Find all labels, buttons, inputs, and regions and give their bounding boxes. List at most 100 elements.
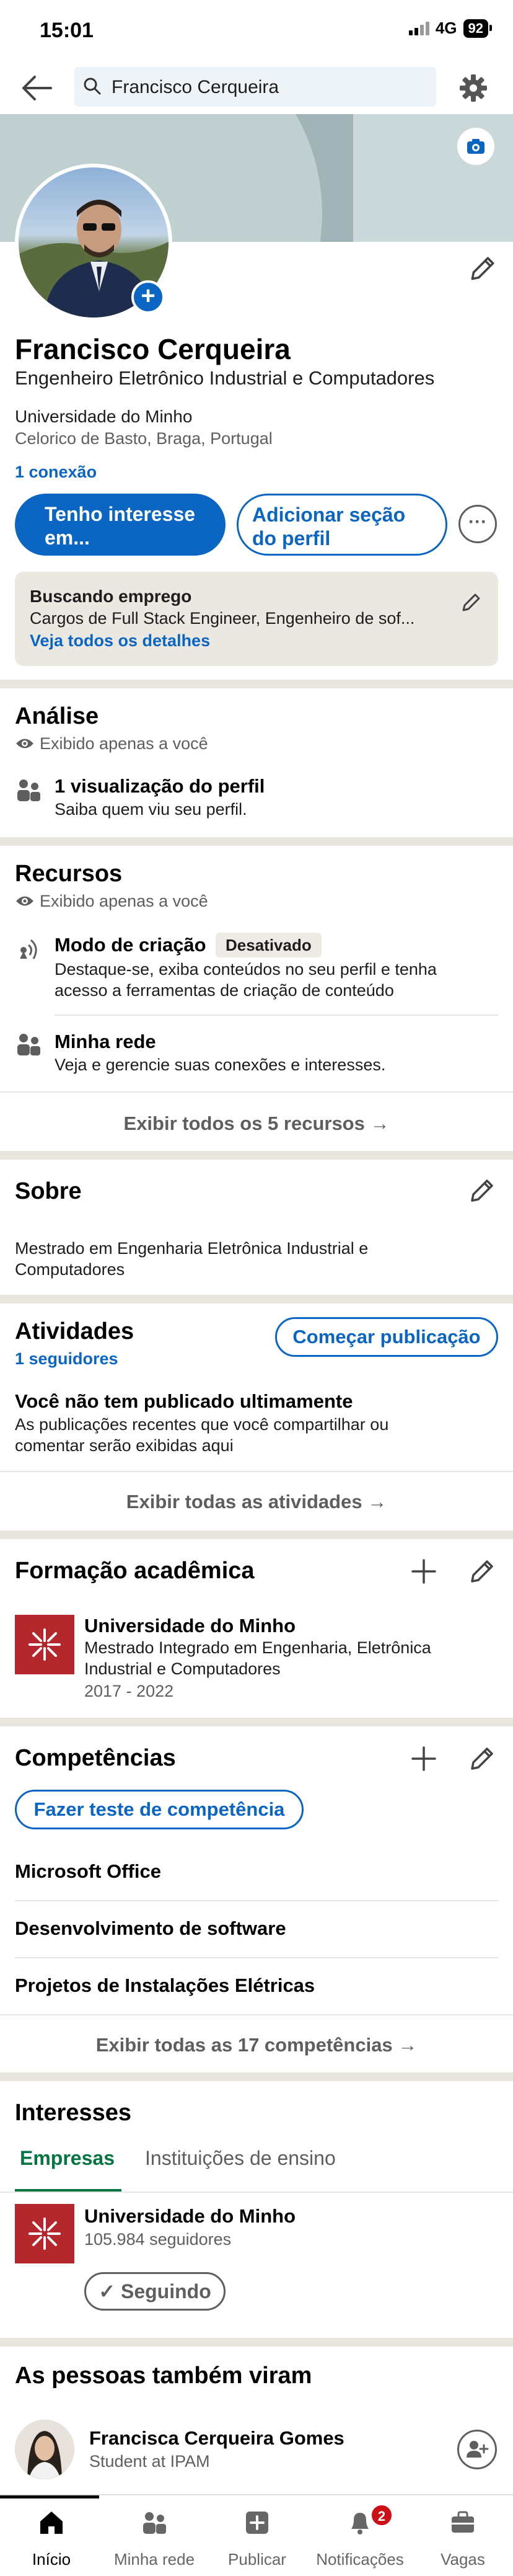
divider bbox=[55, 1015, 498, 1016]
tab-schools[interactable]: Instituições de ensino bbox=[145, 2147, 336, 2170]
private-to-you-label: Exibido apenas a você bbox=[40, 734, 208, 753]
add-profile-section-button[interactable]: Adicionar seção do perfil bbox=[237, 494, 447, 556]
section-separator bbox=[0, 680, 513, 688]
add-photo-button[interactable]: + bbox=[131, 280, 165, 314]
avatar[interactable] bbox=[15, 2420, 74, 2479]
network-type: 4G bbox=[435, 19, 457, 37]
university-logo[interactable] bbox=[15, 2204, 74, 2263]
section-separator bbox=[0, 2072, 513, 2081]
person-headline: Student at IPAM bbox=[89, 2452, 210, 2471]
university-logo[interactable] bbox=[15, 1615, 74, 1674]
add-plus-icon[interactable] bbox=[408, 1743, 440, 1775]
divider bbox=[0, 2014, 513, 2015]
skills-title: Competências bbox=[15, 1745, 176, 1771]
more-options-button[interactable]: ··· bbox=[458, 505, 497, 543]
connect-button[interactable] bbox=[457, 2430, 497, 2469]
skill-item[interactable]: Desenvolvimento de software bbox=[15, 1917, 286, 1940]
divider bbox=[0, 1471, 513, 1472]
skill-item[interactable]: Microsoft Office bbox=[15, 1860, 161, 1883]
clock: 15:01 bbox=[40, 19, 94, 42]
section-separator bbox=[0, 1530, 513, 1539]
see-all-details-link[interactable]: Veja todos os detalhes bbox=[30, 631, 210, 651]
people-icon bbox=[17, 779, 40, 801]
bell-icon bbox=[351, 2513, 369, 2534]
skill-item[interactable]: Projetos de Instalações Elétricas bbox=[15, 1974, 315, 1997]
show-all-resources-link[interactable]: Exibir todos os 5 recursos → bbox=[0, 1113, 513, 1135]
connections-link[interactable]: 1 conexão bbox=[15, 463, 97, 482]
eye-icon bbox=[16, 739, 33, 748]
about-text-line1: Mestrado em Engenharia Eletrônica Indust… bbox=[15, 1239, 369, 1258]
education-school-name[interactable]: Universidade do Minho bbox=[84, 1615, 296, 1637]
people-icon bbox=[143, 2512, 166, 2534]
nav-post[interactable]: Publicar bbox=[206, 2495, 309, 2576]
edit-intro-pencil-icon[interactable] bbox=[466, 253, 498, 285]
edit-skills-pencil-icon[interactable] bbox=[466, 1744, 497, 1775]
take-skill-assessment-button[interactable]: Fazer teste de competência bbox=[15, 1790, 304, 1829]
divider bbox=[0, 2192, 513, 2193]
edit-pencil-icon[interactable] bbox=[458, 590, 483, 615]
edit-about-pencil-icon[interactable] bbox=[466, 1176, 497, 1207]
search-input[interactable]: Francisco Cerqueira bbox=[74, 67, 436, 107]
open-to-button[interactable]: Tenho interesse em... bbox=[15, 494, 226, 556]
profile-name: Francisco Cerqueira bbox=[15, 333, 291, 365]
divider bbox=[15, 1900, 498, 1901]
open-to-work-card[interactable]: Buscando emprego Cargos de Full Stack En… bbox=[15, 572, 498, 666]
my-network-title[interactable]: Minha rede bbox=[55, 1031, 156, 1053]
status-bar: 15:01 4G 92 bbox=[0, 0, 513, 62]
open-to-work-title: Buscando emprego bbox=[30, 587, 192, 606]
search-icon bbox=[84, 78, 101, 95]
analytics-title: Análise bbox=[15, 703, 99, 729]
creator-mode-status-badge: Desativado bbox=[216, 933, 322, 957]
no-posts-desc-line2: comentar serão exibidas aqui bbox=[15, 1436, 234, 1455]
nav-home[interactable]: Início bbox=[0, 2495, 103, 2576]
creator-mode-desc-line1: Destaque-se, exiba conteúdos no seu perf… bbox=[55, 960, 437, 979]
gear-icon[interactable] bbox=[456, 71, 491, 105]
followers-link[interactable]: 1 seguidores bbox=[15, 1349, 118, 1369]
education-title: Formação acadêmica bbox=[15, 1558, 255, 1584]
university-emblem-icon bbox=[28, 2218, 61, 2250]
profile-location: Celorico de Basto, Braga, Portugal bbox=[15, 429, 273, 448]
signal-icon bbox=[408, 21, 429, 35]
section-separator bbox=[0, 837, 513, 846]
creator-mode-title[interactable]: Modo de criação bbox=[55, 934, 206, 956]
camera-icon bbox=[467, 139, 484, 154]
section-separator bbox=[0, 1718, 513, 1726]
my-network-desc: Veja e gerencie suas conexões e interess… bbox=[55, 1055, 386, 1074]
university-emblem-icon bbox=[28, 1628, 61, 1661]
briefcase-icon bbox=[452, 2511, 474, 2533]
tab-companies[interactable]: Empresas bbox=[20, 2147, 115, 2170]
divider bbox=[0, 1091, 513, 1093]
person-name[interactable]: Francisca Cerqueira Gomes bbox=[89, 2427, 344, 2449]
add-person-icon bbox=[467, 2441, 489, 2458]
nav-my-network[interactable]: Minha rede bbox=[103, 2495, 206, 2576]
add-plus-icon[interactable] bbox=[408, 1555, 440, 1588]
no-posts-desc-line1: As publicações recentes que você compart… bbox=[15, 1415, 389, 1434]
back-arrow-icon[interactable] bbox=[19, 73, 53, 103]
show-all-activity-link[interactable]: Exibir todas as atividades → bbox=[0, 1491, 513, 1513]
interests-title: Interesses bbox=[15, 2100, 132, 2126]
no-posts-title: Você não tem publicado ultimamente bbox=[15, 1390, 353, 1412]
open-to-work-roles: Cargos de Full Stack Engineer, Engenheir… bbox=[30, 609, 415, 628]
profile-page: { "status_bar": {"time": "15:01", "netwo… bbox=[0, 0, 513, 2576]
status-icons: 4G 92 bbox=[408, 19, 493, 38]
following-button[interactable]: ✓ Seguindo bbox=[84, 2272, 226, 2311]
interest-org-followers: 105.984 seguidores bbox=[84, 2230, 232, 2249]
private-to-you-label: Exibido apenas a você bbox=[40, 892, 208, 910]
about-title: Sobre bbox=[15, 1178, 82, 1204]
people-also-viewed-title: As pessoas também viram bbox=[15, 2363, 312, 2389]
nav-jobs[interactable]: Vagas bbox=[411, 2495, 513, 2576]
start-post-button[interactable]: Começar publicação bbox=[275, 1317, 498, 1357]
interest-org-name[interactable]: Universidade do Minho bbox=[84, 2205, 296, 2227]
edit-cover-button[interactable] bbox=[457, 128, 494, 165]
notification-count-badge: 2 bbox=[370, 2504, 393, 2526]
edit-education-pencil-icon[interactable] bbox=[466, 1557, 497, 1588]
show-all-skills-link[interactable]: Exibir todas as 17 competências → bbox=[0, 2034, 513, 2056]
education-degree-line2: Industrial e Computadores bbox=[84, 1659, 281, 1678]
profile-school[interactable]: Universidade do Minho bbox=[15, 407, 192, 427]
plus-square-icon bbox=[246, 2512, 268, 2534]
profile-views-link[interactable]: 1 visualização do perfil bbox=[55, 775, 265, 797]
search-value: Francisco Cerqueira bbox=[112, 77, 279, 97]
nav-notifications[interactable]: 2 Notificações bbox=[309, 2495, 411, 2576]
top-bar: Francisco Cerqueira bbox=[0, 62, 513, 114]
about-text-line2: Computadores bbox=[15, 1260, 125, 1279]
